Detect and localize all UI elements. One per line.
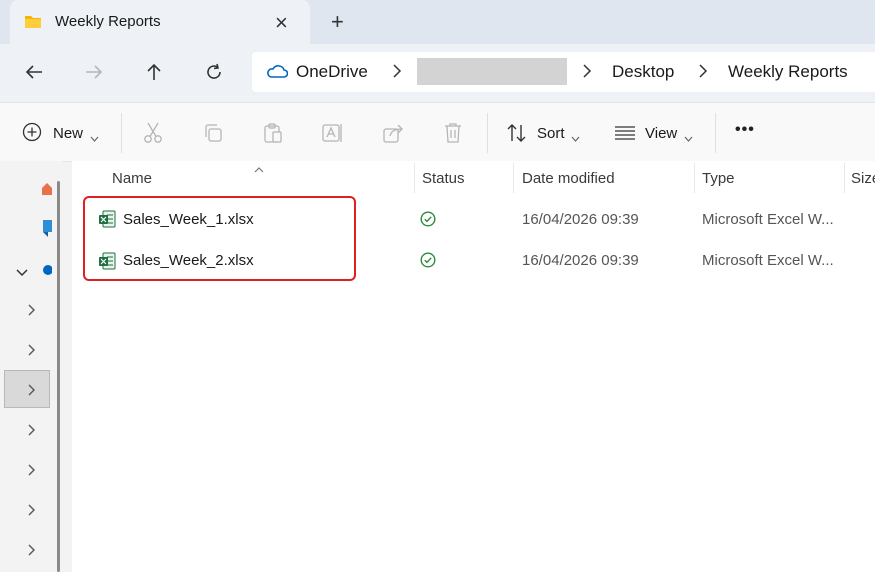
sort-button[interactable]: Sort [537,125,565,142]
new-button[interactable]: New [53,125,83,142]
column-header-date-modified[interactable]: Date modified [522,170,615,187]
column-divider[interactable] [414,163,415,193]
chevron-right-icon[interactable] [28,543,36,561]
chevron-down-icon[interactable] [684,129,693,147]
breadcrumb-desktop[interactable]: Desktop [612,62,674,82]
rename-icon[interactable] [322,122,344,149]
chevron-right-icon[interactable] [698,64,708,83]
column-divider[interactable] [694,163,695,193]
chevron-right-icon[interactable] [28,383,36,401]
toolbar-divider [121,113,122,153]
chevron-right-icon[interactable] [28,463,36,481]
navigation-scrollbar[interactable] [57,181,60,572]
new-tab-icon[interactable]: + [331,9,344,35]
breadcrumb-onedrive[interactable]: OneDrive [296,62,368,82]
delete-icon[interactable] [444,122,462,149]
chevron-right-icon[interactable] [28,303,36,321]
up-icon[interactable] [136,54,172,90]
chevron-down-icon[interactable] [90,129,99,147]
refresh-icon[interactable] [196,54,232,90]
forward-icon[interactable] [76,54,112,90]
share-icon[interactable] [383,123,405,148]
column-divider[interactable] [844,163,845,193]
onedrive-icon[interactable] [42,263,52,275]
back-icon[interactable] [16,54,52,90]
home-icon[interactable] [40,180,52,196]
file-type: Microsoft Excel W... [702,252,834,269]
sort-icon[interactable] [506,123,528,148]
view-button[interactable]: View [645,125,677,142]
chevron-down-icon[interactable] [571,129,580,147]
folder-icon [24,13,42,34]
file-date-modified: 16/04/2026 09:39 [522,211,639,228]
file-type: Microsoft Excel W... [702,211,834,228]
gallery-icon[interactable] [42,219,52,237]
new-plus-icon[interactable] [22,122,42,147]
chevron-right-icon[interactable] [392,64,402,83]
paste-icon[interactable] [263,122,283,149]
nav-item-selected[interactable] [4,370,50,408]
cut-icon[interactable] [143,122,163,149]
column-header-size[interactable]: Size [851,170,875,187]
more-options-icon[interactable]: ••• [735,121,755,139]
breadcrumb-weekly-reports[interactable]: Weekly Reports [728,62,848,82]
breadcrumb-redacted[interactable] [417,58,567,85]
chevron-right-icon[interactable] [28,503,36,521]
sort-ascending-icon [254,160,264,178]
column-divider[interactable] [513,163,514,193]
tab-title: Weekly Reports [55,13,161,30]
close-tab-icon[interactable]: × [275,10,288,36]
chevron-right-icon[interactable] [582,64,592,83]
chevron-right-icon[interactable] [28,343,36,361]
chevron-down-icon[interactable] [16,264,28,282]
sync-status-icon [420,211,436,232]
sync-status-icon [420,252,436,273]
copy-icon[interactable] [203,123,223,148]
onedrive-cloud-icon [266,64,289,83]
file-date-modified: 16/04/2026 09:39 [522,252,639,269]
column-header-type[interactable]: Type [702,170,735,187]
chevron-right-icon[interactable] [28,423,36,441]
toolbar-divider [715,113,716,153]
column-header-name[interactable]: Name [112,170,152,187]
column-header-status[interactable]: Status [422,170,465,187]
highlight-box [83,196,356,281]
toolbar-divider [487,113,488,153]
view-list-icon[interactable] [614,125,636,146]
